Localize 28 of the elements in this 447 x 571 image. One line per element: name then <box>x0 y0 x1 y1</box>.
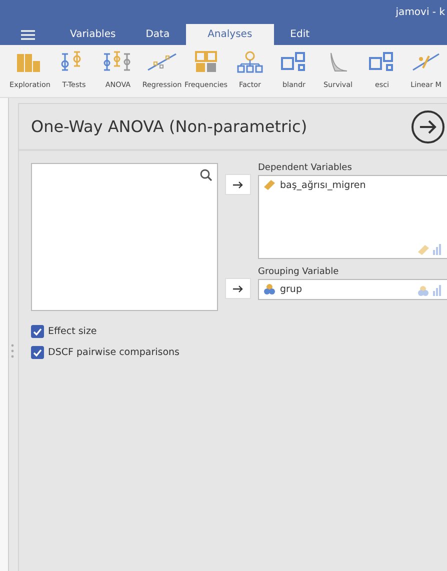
field-label: Grouping Variable <box>258 267 340 279</box>
checkbox[interactable] <box>31 325 44 338</box>
tab[interactable]: Analyses <box>186 24 274 45</box>
menu-icon <box>21 30 35 40</box>
search-icon[interactable] <box>200 169 212 181</box>
variable-box[interactable]: baş_ağrısı_migren <box>258 175 447 259</box>
analysis-title: One-Way ANOVA (Non-parametric) <box>31 117 308 136</box>
circles-icon <box>263 283 276 295</box>
field-label: Dependent Variables <box>258 163 353 175</box>
checkbox[interactable] <box>31 346 44 359</box>
tab[interactable]: Data <box>132 24 184 45</box>
option-label: Effect size <box>48 326 97 337</box>
drag-handle-icon[interactable] <box>11 344 14 358</box>
move-button[interactable] <box>225 174 251 195</box>
variable-name: grup <box>280 284 302 294</box>
variable-name: baş_ağrısı_migren <box>280 180 366 190</box>
move-button[interactable] <box>225 278 251 299</box>
arrow-circle-icon[interactable] <box>411 110 445 144</box>
ruler-icon <box>263 179 276 191</box>
tab[interactable]: Edit <box>276 24 324 45</box>
arrow-right-icon <box>233 180 243 188</box>
arrow-right-icon <box>233 284 243 292</box>
tab[interactable]: Variables <box>56 24 130 45</box>
variable-types-icon <box>417 244 443 255</box>
window-title: jamovi - k <box>396 6 445 18</box>
option-label: DSCF pairwise comparisons <box>48 347 180 358</box>
variable-types-icon <box>417 285 443 296</box>
variable-box[interactable]: grup <box>258 279 447 300</box>
